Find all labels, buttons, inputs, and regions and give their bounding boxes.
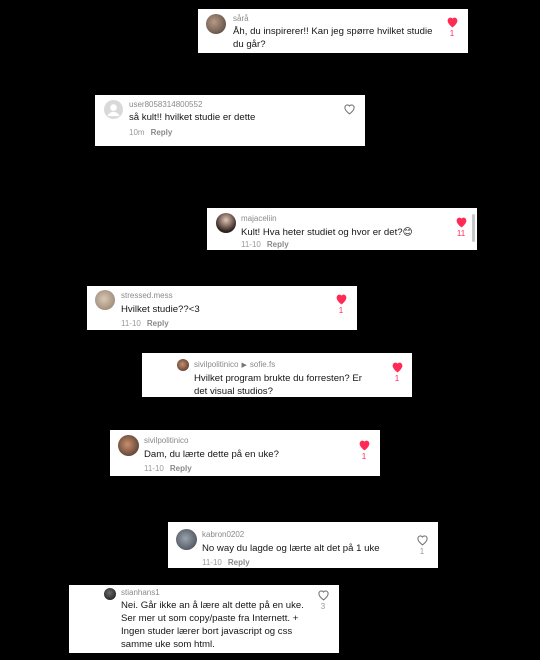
- reply-button[interactable]: Reply: [267, 240, 289, 249]
- avatar[interactable]: [104, 100, 123, 119]
- like-button[interactable]: 3: [312, 589, 334, 611]
- reply-button[interactable]: Reply: [228, 558, 250, 567]
- comment-username[interactable]: majaceliin: [241, 214, 277, 223]
- avatar[interactable]: [206, 14, 226, 34]
- heart-filled-icon: [456, 217, 466, 228]
- default-avatar-icon: [107, 104, 120, 117]
- comment-meta: 11-10 Reply: [202, 558, 250, 567]
- comment-card: kabron0202 No way du lagde og lærte alt …: [168, 522, 438, 568]
- like-count: 11: [456, 229, 466, 238]
- comment-time: 11-10: [202, 558, 222, 567]
- comment-meta: 11-10 Reply: [144, 464, 192, 473]
- heart-outline-icon: [317, 590, 329, 601]
- comment-meta: 11-10 Reply: [241, 240, 289, 249]
- comment-text: Hvilket studie??<3: [121, 304, 200, 315]
- like-button[interactable]: 1: [353, 439, 375, 461]
- reply-button[interactable]: Reply: [151, 128, 173, 137]
- comment-username: sivilpolitinico ▶ sofie.fs: [194, 360, 275, 369]
- like-button[interactable]: 1: [330, 293, 352, 315]
- heart-filled-icon: [392, 362, 402, 373]
- comment-card: majaceliin Kult! Hva heter studiet og hv…: [207, 208, 477, 250]
- comment-username[interactable]: sårå: [233, 14, 249, 23]
- comment-text: Dam, du lærte dette på en uke?: [144, 449, 279, 460]
- heart-filled-icon: [336, 294, 346, 305]
- reply-target[interactable]: sofie.fs: [250, 360, 275, 369]
- reply-button[interactable]: Reply: [147, 319, 169, 328]
- comment-text: No way du lagde og lærte alt det på 1 uk…: [202, 543, 380, 554]
- like-count: 1: [361, 452, 367, 461]
- triangle-right-icon: ▶: [241, 362, 247, 369]
- avatar[interactable]: [95, 290, 115, 310]
- like-count: 1: [338, 306, 344, 315]
- avatar[interactable]: [118, 435, 139, 456]
- avatar[interactable]: [176, 529, 197, 550]
- avatar[interactable]: [104, 588, 116, 600]
- comment-meta: 10m Reply: [129, 128, 172, 137]
- avatar[interactable]: [177, 359, 189, 371]
- like-count: 1: [419, 547, 425, 556]
- comment-username[interactable]: stianhans1: [121, 588, 160, 597]
- comment-username[interactable]: user8058314800552: [129, 100, 202, 109]
- like-button[interactable]: [338, 103, 360, 115]
- heart-filled-icon: [447, 17, 457, 28]
- like-count: 3: [320, 602, 326, 611]
- comment-text: så kult!! hvilket studie er dette: [129, 112, 256, 123]
- like-button[interactable]: 1: [441, 16, 463, 38]
- comment-time: 11-10: [144, 464, 164, 473]
- comment-card: stressed.mess Hvilket studie??<3 11-10 Re…: [87, 286, 357, 330]
- reply-card: stianhans1 Nei. Går ikke an å lære alt d…: [69, 585, 339, 653]
- comment-username[interactable]: kabron0202: [202, 530, 244, 539]
- scrollbar[interactable]: [472, 214, 475, 242]
- comment-username[interactable]: sivilpolitinico: [144, 436, 188, 445]
- like-button[interactable]: 11: [450, 216, 472, 238]
- reply-author[interactable]: sivilpolitinico: [194, 360, 238, 369]
- comment-time: 10m: [129, 128, 145, 137]
- comment-card: sivilpolitinico Dam, du lærte dette på e…: [110, 430, 380, 476]
- reply-button[interactable]: Reply: [170, 464, 192, 473]
- like-count: 1: [394, 374, 400, 383]
- comment-time: 11-10: [121, 319, 141, 328]
- comment-time: 11-10: [241, 240, 261, 249]
- heart-outline-icon: [416, 535, 428, 546]
- like-count: 1: [449, 29, 455, 38]
- comment-username[interactable]: stressed.mess: [121, 291, 173, 300]
- heart-filled-icon: [359, 440, 369, 451]
- comment-text: Nei. Går ikke an å lære alt dette på en …: [121, 600, 304, 650]
- comment-text: Hvilket program brukte du forresten? Er …: [194, 373, 362, 397]
- comment-meta: 11-10 Reply: [121, 319, 169, 328]
- comment-card: sårå Åh, du inspirerer!! Kan jeg spørre …: [198, 9, 468, 53]
- reply-card: sivilpolitinico ▶ sofie.fs Hvilket program…: [142, 353, 412, 397]
- like-button[interactable]: 1: [411, 534, 433, 556]
- comment-text: Kult! Hva heter studiet og hvor er det?😊: [241, 227, 413, 238]
- comment-card: user8058314800552 så kult!! hvilket stud…: [95, 95, 365, 146]
- like-button[interactable]: 1: [386, 361, 408, 383]
- heart-outline-icon: [343, 104, 355, 115]
- avatar[interactable]: [216, 213, 236, 233]
- comment-text: Åh, du inspirerer!! Kan jeg spørre hvilk…: [233, 26, 433, 50]
